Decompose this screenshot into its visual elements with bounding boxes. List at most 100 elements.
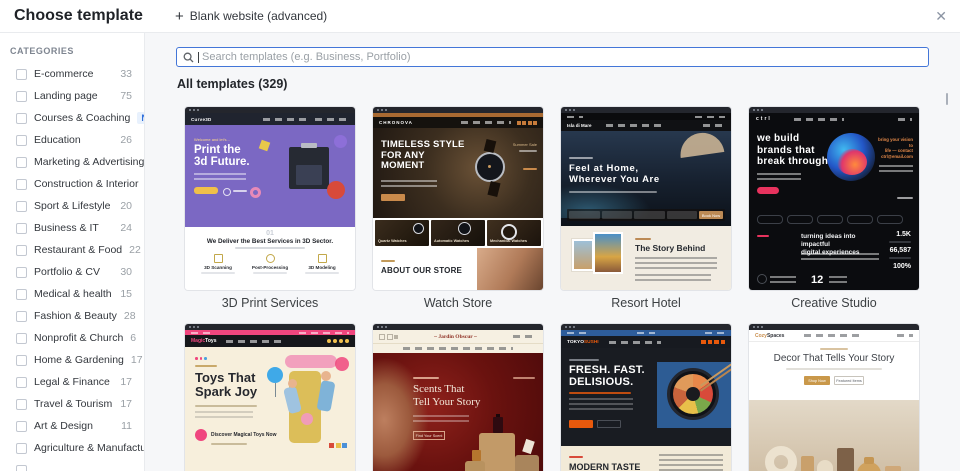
checkbox[interactable]	[16, 310, 27, 322]
close-icon[interactable]: ✕	[933, 6, 949, 27]
mock-hero: Toys That Spark Joy Discover Magical Toy…	[185, 347, 355, 471]
checkbox[interactable]	[16, 222, 27, 234]
sidebar-item-partial[interactable]	[0, 459, 144, 471]
window-dot	[761, 326, 763, 328]
category-label: Nonprofit & Church	[34, 332, 124, 344]
template-thumbnail[interactable]: ctrl we build brands that break through	[748, 106, 920, 291]
sidebar-item-courses-coaching[interactable]: Courses & Coaching New 8	[0, 107, 144, 129]
feature: Post-Processing	[248, 254, 292, 274]
template-card-toys[interactable]: MagicToys Toys That Spark Joy Discover M…	[184, 323, 356, 471]
template-thumbnail[interactable]: ~ Jardin Obscur ~ Scents That Tell Your …	[372, 323, 544, 471]
window-dot	[565, 109, 567, 111]
sidebar-item-marketing-advertising[interactable]: Marketing & Advertising 25	[0, 151, 144, 173]
page-title: Choose template	[14, 7, 143, 24]
search-box[interactable]	[176, 47, 929, 67]
text-line	[889, 241, 911, 243]
checkbox[interactable]	[16, 420, 27, 432]
window-dot	[569, 326, 571, 328]
category-label: Art & Design	[34, 420, 93, 432]
template-thumbnail[interactable]: Isla di Mare Feel at Home, Wherever You …	[560, 106, 732, 291]
cta-row: Shop Now Featured Items	[749, 376, 919, 385]
sidebar-item-portfolio-cv[interactable]: Portfolio & CV 30	[0, 261, 144, 283]
checkbox[interactable]	[16, 90, 27, 102]
template-thumbnail[interactable]: Curve3D Welcome and let's... Print the 3…	[184, 106, 356, 291]
window-dot	[565, 326, 567, 328]
mockup-decor: CozySpaces Decor That Tells Your Story S…	[749, 330, 919, 471]
text-lines	[829, 276, 847, 283]
template-card-creative-studio[interactable]: ctrl we build brands that break through	[748, 106, 920, 314]
sidebar-item-travel-tourism[interactable]: Travel & Tourism 17	[0, 393, 144, 415]
checkbox[interactable]	[16, 112, 27, 124]
checkbox[interactable]	[16, 398, 27, 410]
category-count: 28	[123, 310, 136, 322]
checkbox[interactable]	[16, 288, 27, 300]
mock-section: MODERN TASTE	[561, 446, 731, 471]
sidebar-item-nonprofit-church[interactable]: Nonprofit & Church 6	[0, 327, 144, 349]
checkbox[interactable]	[16, 354, 27, 366]
template-card-perfume[interactable]: ~ Jardin Obscur ~ Scents That Tell Your …	[372, 323, 544, 471]
category-label: Home & Gardening	[34, 354, 124, 366]
template-card-sushi[interactable]: TOKYOSUSHI FRESH. FAST. DELISIOUS. MODER…	[560, 323, 732, 471]
checkbox[interactable]	[16, 266, 27, 278]
orb-illustration	[827, 133, 875, 181]
blank-website-button[interactable]: + Blank website (advanced)	[175, 0, 327, 32]
booking-field	[634, 211, 665, 219]
template-thumbnail[interactable]: TOKYOSUSHI FRESH. FAST. DELISIOUS. MODER…	[560, 323, 732, 471]
sidebar-item-agriculture-manufacturing[interactable]: Agriculture & Manufacturing 9	[0, 437, 144, 459]
checkbox[interactable]	[16, 156, 27, 168]
checkbox[interactable]	[16, 68, 27, 80]
social-lines	[898, 117, 912, 121]
template-card-decor[interactable]: CozySpaces Decor That Tells Your Story S…	[748, 323, 920, 471]
social-icon	[333, 339, 337, 343]
social-icons	[379, 333, 398, 340]
stat-value: 66,587	[889, 247, 911, 254]
dots-decor	[195, 357, 207, 360]
tile: Mechanical Watches	[487, 220, 541, 246]
tag-pill	[877, 214, 903, 224]
template-thumbnail[interactable]: MagicToys Toys That Spark Joy Discover M…	[184, 323, 356, 471]
template-card-3d-print-services[interactable]: Curve3D Welcome and let's... Print the 3…	[184, 106, 356, 314]
mockup-toys: MagicToys Toys That Spark Joy Discover M…	[185, 330, 355, 471]
mock-logo: ctrl	[756, 116, 772, 122]
template-thumbnail[interactable]: CHRONOVA TIMELESS STYLE FOR ANY MOMENT S…	[372, 106, 544, 291]
sidebar-item-business-it[interactable]: Business & IT 24	[0, 217, 144, 239]
sidebar-item-legal-finance[interactable]: Legal & Finance 17	[0, 371, 144, 393]
sidebar-item-construction-interior[interactable]: Construction & Interior 16	[0, 173, 144, 195]
tile-label: Automatic Watches	[434, 239, 470, 243]
checkbox[interactable]	[16, 464, 27, 471]
sidebar-item-restaurant-food[interactable]: Restaurant & Food 22	[0, 239, 144, 261]
search-input[interactable]	[200, 50, 928, 64]
mock-navbar: TOKYOSUSHI	[561, 336, 731, 348]
sidebar-item-fashion-beauty[interactable]: Fashion & Beauty 28	[0, 305, 144, 327]
sidebar-item-landing-page[interactable]: Landing page 75	[0, 85, 144, 107]
toy-blocks	[329, 443, 347, 448]
text-line	[757, 235, 769, 237]
social-icon	[720, 339, 725, 345]
orb-swirl	[837, 149, 867, 175]
checkbox[interactable]	[16, 244, 27, 256]
topbar-lines	[705, 332, 725, 334]
checkbox[interactable]	[16, 200, 27, 212]
template-thumbnail[interactable]: CozySpaces Decor That Tells Your Story S…	[748, 323, 920, 471]
sidebar-item-e-commerce[interactable]: E-commerce 33	[0, 63, 144, 85]
scrollbar[interactable]	[946, 93, 948, 105]
sidebar-item-education[interactable]: Education 26	[0, 129, 144, 151]
category-label: Sport & Lifestyle	[34, 200, 111, 212]
template-card-watch-store[interactable]: CHRONOVA TIMELESS STYLE FOR ANY MOMENT S…	[372, 106, 544, 314]
category-count: 6	[130, 332, 137, 344]
sidebar-item-art-design[interactable]: Art & Design 11	[0, 415, 144, 437]
nav-links-lines	[460, 121, 511, 124]
sidebar-item-medical-health[interactable]: Medical & health 15	[0, 283, 144, 305]
template-card-resort-hotel[interactable]: Isla di Mare Feel at Home, Wherever You …	[560, 106, 732, 314]
checkbox[interactable]	[16, 376, 27, 388]
torus-shape	[250, 187, 261, 198]
checkbox[interactable]	[16, 178, 27, 190]
sidebar-item-sport-lifestyle[interactable]: Sport & Lifestyle 20	[0, 195, 144, 217]
booking-field	[666, 211, 697, 219]
checkbox[interactable]	[16, 134, 27, 146]
features-row: 3D Scanning Post-Processing 3D Modeling	[185, 254, 355, 274]
checkbox[interactable]	[16, 332, 27, 344]
sidebar-item-home-gardening[interactable]: Home & Gardening 17	[0, 349, 144, 371]
checkbox[interactable]	[16, 442, 27, 454]
category-label: Portfolio & CV	[34, 266, 100, 278]
